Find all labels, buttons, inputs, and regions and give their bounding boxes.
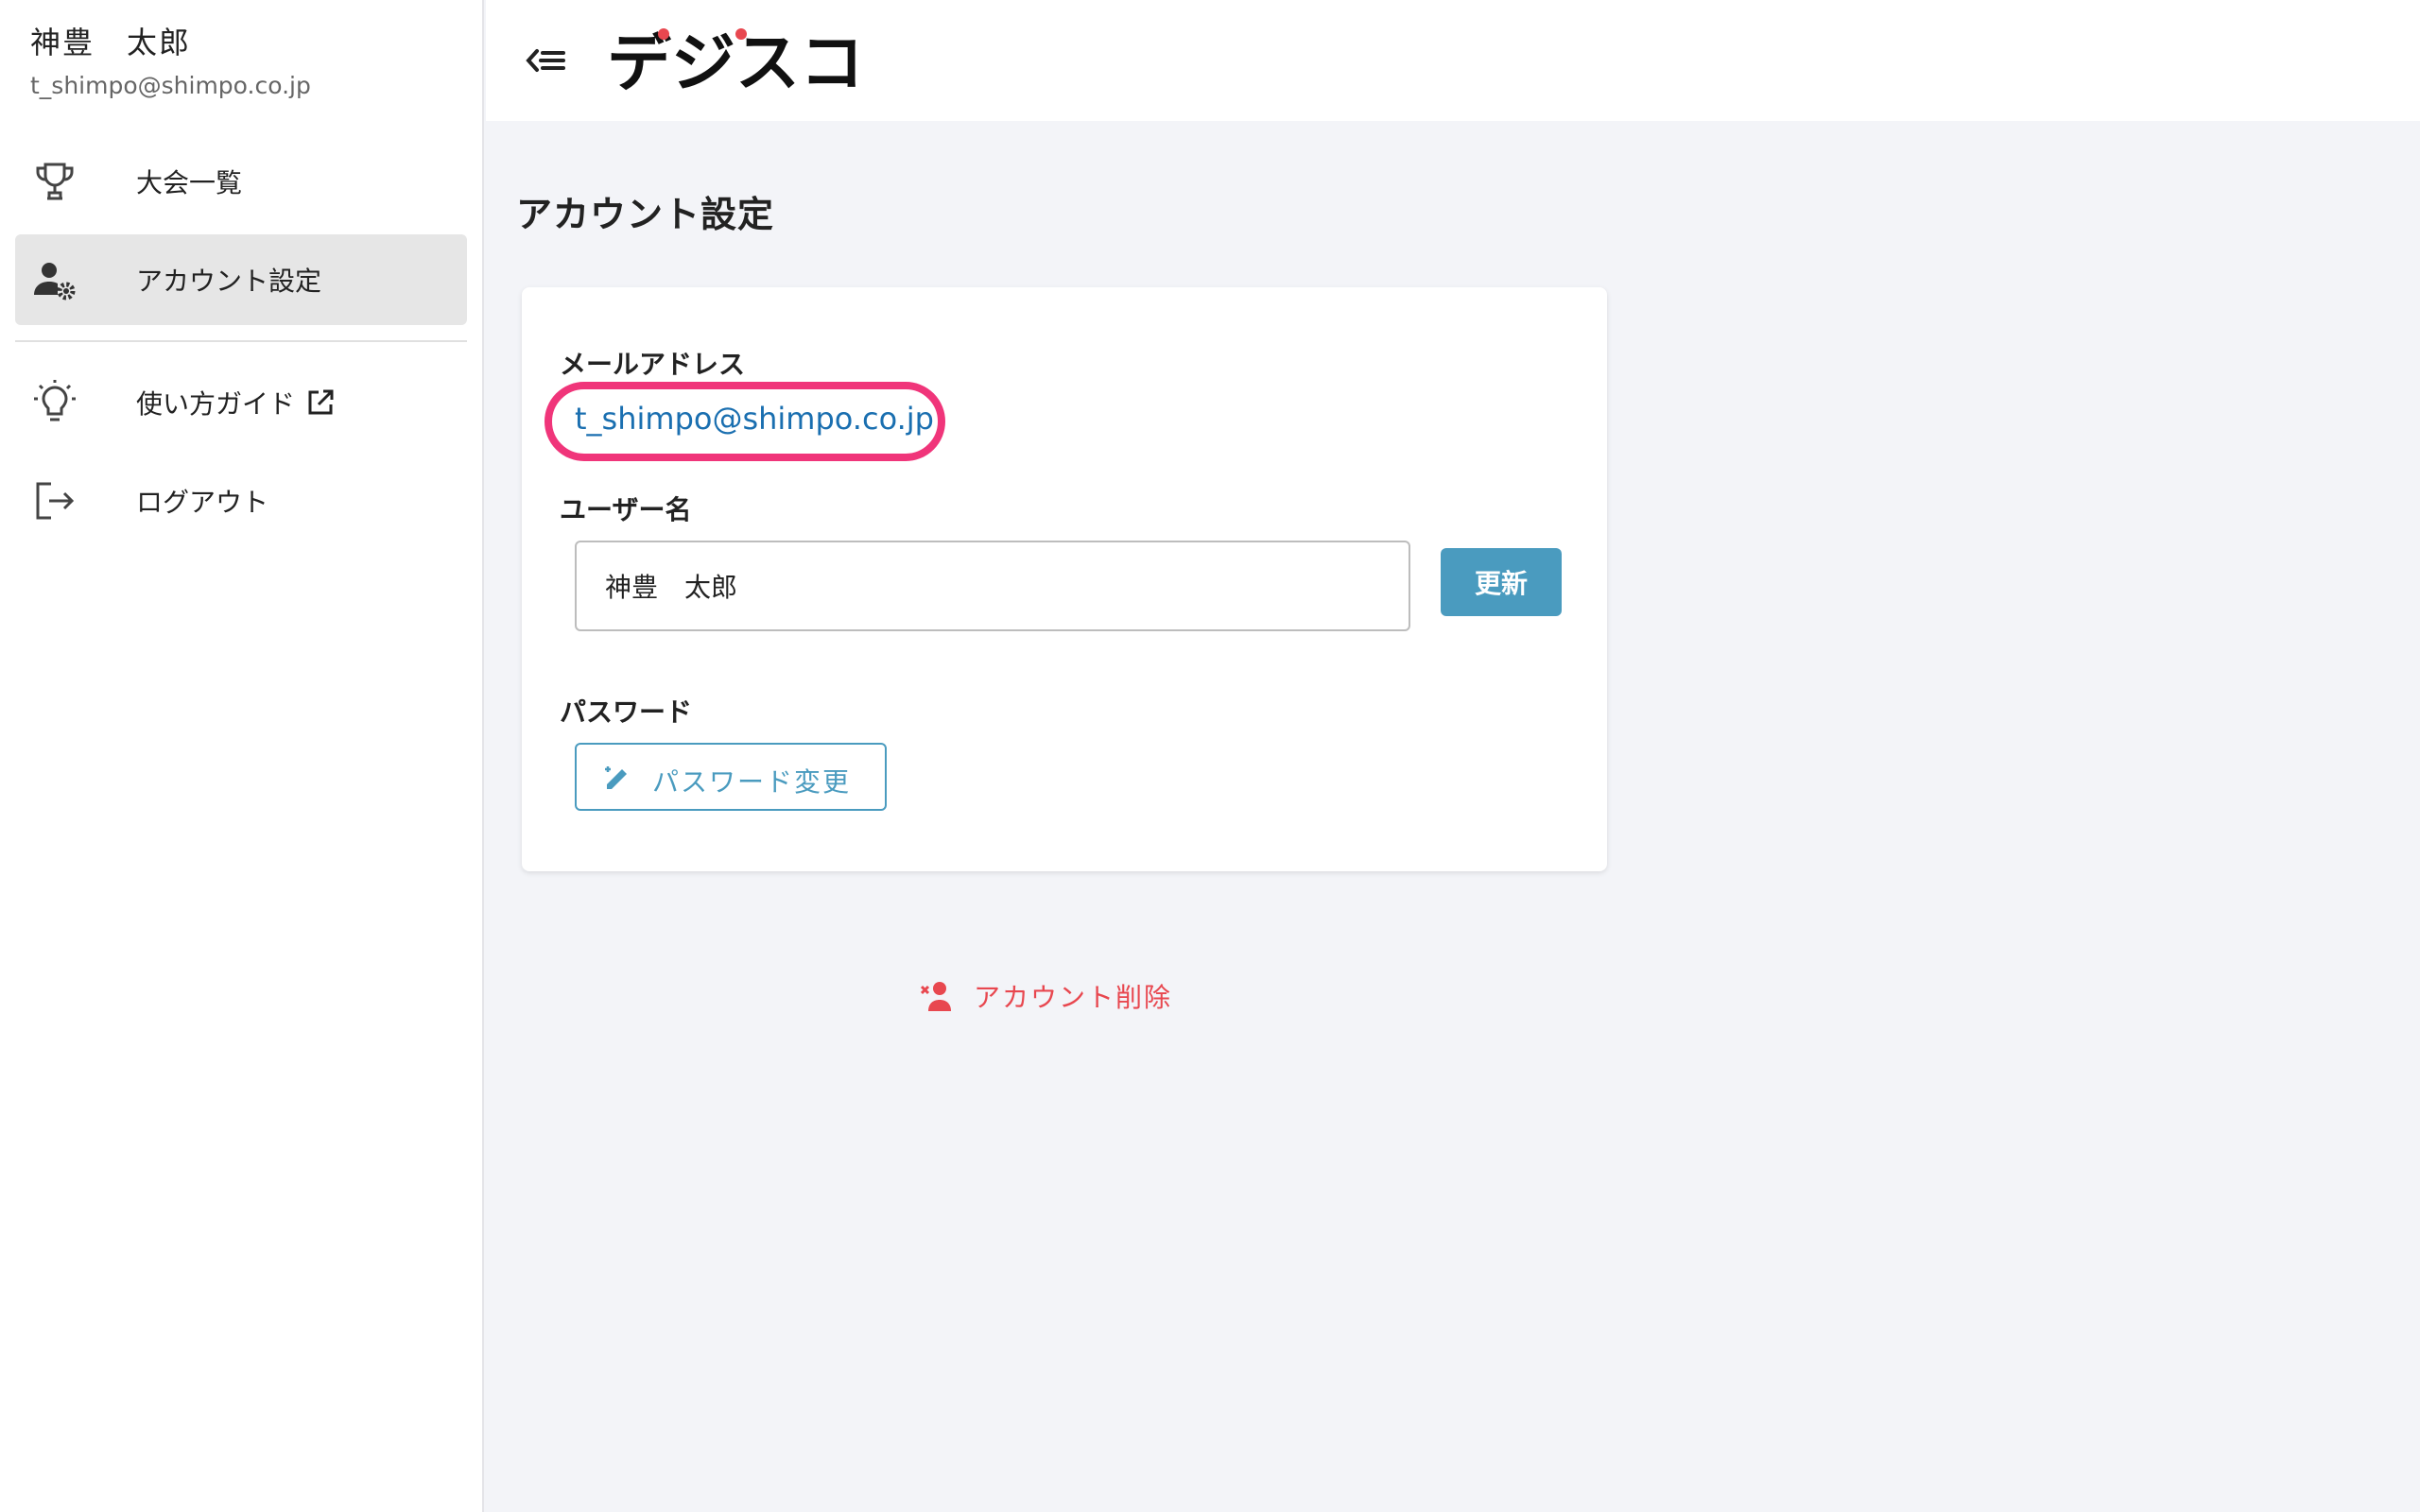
- change-password-label: パスワード変更: [652, 766, 852, 798]
- external-link-icon: [308, 389, 334, 415]
- email-value: t_shimpo@shimpo.co.jp: [575, 401, 934, 437]
- collapse-menu-icon[interactable]: [524, 38, 569, 83]
- sidebar-item-logout[interactable]: ログアウト: [15, 455, 467, 546]
- svg-text:デジスコ: デジスコ: [607, 26, 864, 100]
- sidebar-item-label: 大会一覧: [136, 167, 243, 198]
- update-button[interactable]: 更新: [1441, 548, 1562, 616]
- lightbulb-icon: [34, 380, 76, 421]
- trophy-icon: [36, 163, 74, 200]
- sidebar-item-account-settings[interactable]: アカウント設定: [15, 234, 467, 325]
- delete-account-label: アカウント削除: [974, 982, 1173, 1013]
- logout-icon: [36, 482, 75, 520]
- sidebar: 神豊 太郎 t_shimpo@shimpo.co.jp 大会一覧 アカウント設定…: [0, 0, 484, 1512]
- app-logo: デジスコ: [607, 26, 864, 100]
- password-label: パスワード: [560, 696, 693, 728]
- user-remove-icon: [921, 982, 951, 1011]
- user-name: 神豊 太郎: [30, 25, 192, 60]
- sidebar-item-label: アカウント設定: [136, 266, 322, 297]
- guide-label: 使い方ガイド: [136, 388, 296, 420]
- user-email: t_shimpo@shimpo.co.jp: [30, 72, 311, 99]
- header: デジスコ: [486, 0, 2420, 121]
- account-settings-card: メールアドレス t_shimpo@shimpo.co.jp ユーザー名 更新 パ…: [522, 287, 1607, 871]
- sidebar-item-label: ログアウト: [136, 487, 269, 518]
- sidebar-item-label: 使い方ガイド: [136, 384, 335, 421]
- sidebar-item-guide[interactable]: 使い方ガイド: [15, 357, 467, 448]
- username-input[interactable]: [575, 541, 1410, 631]
- user-gear-icon: [34, 263, 76, 301]
- pencil-icon: [605, 766, 627, 789]
- email-label: メールアドレス: [560, 349, 746, 380]
- page-title: アカウント設定: [516, 194, 775, 235]
- sidebar-item-tournaments[interactable]: 大会一覧: [15, 136, 467, 227]
- username-label: ユーザー名: [560, 494, 692, 525]
- change-password-button[interactable]: パスワード変更: [575, 743, 887, 811]
- sidebar-divider: [15, 340, 467, 342]
